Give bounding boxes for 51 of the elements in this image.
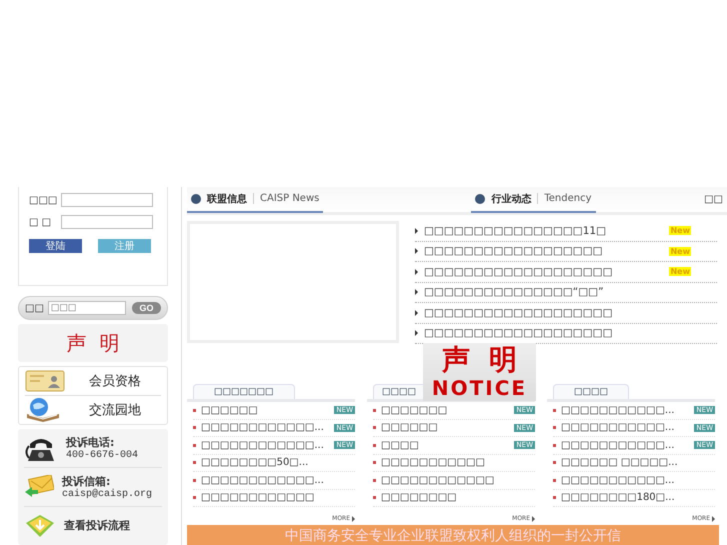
section-tab[interactable]: 行业动态 Tendency (471, 186, 596, 214)
notice-popup[interactable]: 声 明 NOTICE (423, 343, 536, 401)
article-link[interactable]: □□□□□□□□ (381, 492, 457, 504)
contact-title: 投诉信箱: (62, 474, 112, 488)
search-label: □□ (25, 302, 44, 314)
news-link[interactable]: □□□□□□□□□□□□□□□□□□□ (424, 306, 612, 319)
article-link[interactable]: □□□□□□□□□□□□... (201, 422, 324, 434)
login-button[interactable]: 登陆 (29, 239, 82, 253)
article-link[interactable]: □□□□□□ (201, 404, 258, 416)
article-link[interactable]: □□□□□□□□□□□... (561, 440, 674, 451)
article-link[interactable]: □□□□□□□□□□□□ (201, 492, 314, 504)
envelope-icon (24, 474, 54, 499)
contact-value: caisp@caisp.org (62, 488, 152, 500)
more-link[interactable]: □□ (704, 194, 723, 206)
member-link[interactable]: 会员资格 (89, 372, 141, 390)
contact-title[interactable]: 查看投诉流程 (64, 518, 130, 534)
new-badge: New (669, 267, 691, 276)
article-link[interactable]: □□□□□□□□□□□□... (201, 474, 324, 486)
member-link[interactable]: 交流园地 (89, 400, 141, 419)
article-link[interactable]: □□□□□□□□□□□... (561, 404, 674, 416)
news-link[interactable]: □□□□□□□□□□□□□□□□11□ (424, 224, 606, 237)
column-tab[interactable]: □□□□□□□ (193, 384, 295, 400)
article-link[interactable]: □□□□□□□□□□□... (561, 474, 674, 486)
article-link[interactable]: □□□□□□□ (381, 404, 448, 416)
contact-title: 投诉电话: (66, 434, 116, 450)
news-link[interactable]: □□□□□□□□□□□□□□□□□□□ (424, 266, 612, 278)
article-link[interactable]: □□□□□□ (381, 422, 438, 434)
article-link[interactable]: □□□□□□□□180□... (561, 492, 675, 504)
new-badge: New (669, 226, 691, 236)
news-link[interactable]: □□□□□□□□□□□□□□□□□□ (424, 245, 603, 258)
column-tab[interactable]: □□□□ (553, 384, 630, 400)
globe-book-icon (25, 396, 61, 424)
username-field[interactable] (61, 193, 153, 207)
go-button[interactable]: GO (132, 302, 161, 314)
article-link[interactable]: □□□□□□□□□□□ (381, 457, 485, 468)
article-link[interactable]: □□□□□□□□□□□□... (201, 440, 324, 451)
article-link[interactable]: □□□□□□ □□□□□... (561, 457, 678, 468)
article-link[interactable]: □□□□□□□□□□□... (561, 422, 674, 434)
card-icon (25, 370, 65, 392)
statement-banner[interactable]: 声 明 (18, 324, 168, 362)
search-field[interactable]: □□□ (48, 301, 126, 316)
password-label: □ □ (29, 216, 52, 228)
article-link[interactable]: □□□□□□□□50□... (201, 457, 308, 468)
password-field[interactable] (61, 215, 153, 229)
news-link[interactable]: □□□□□□□□□□□□□□□“□□” (424, 286, 604, 298)
section-tab[interactable]: 联盟信息 CAISP News (187, 186, 324, 214)
article-link[interactable]: □□□□□□□□□□□□ (381, 474, 494, 486)
new-badge: New (669, 246, 691, 256)
article-link[interactable]: □□□□ (381, 440, 419, 451)
news-link[interactable]: □□□□□□□□□□□□□□□□□□□ (424, 327, 612, 340)
contact-value: 400-6676-004 (66, 450, 138, 461)
